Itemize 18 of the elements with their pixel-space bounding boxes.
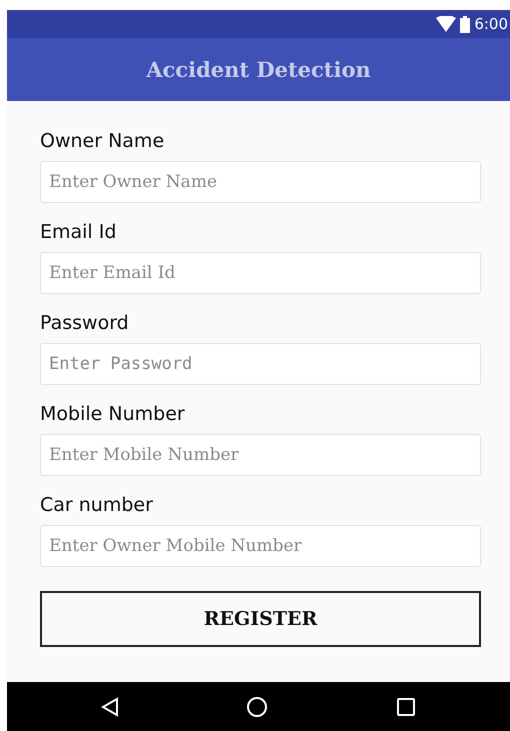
app-title: Accident Detection: [146, 57, 371, 82]
input-field[interactable]: Enter Email Id: [40, 252, 481, 294]
status-time: 6:00: [474, 15, 508, 33]
battery-icon: [460, 16, 470, 32]
field-label: Owner Name: [40, 129, 164, 153]
back-icon[interactable]: [100, 696, 119, 716]
input-field[interactable]: Enter Owner Name: [40, 161, 481, 203]
register-button[interactable]: REGISTER: [40, 591, 481, 647]
field-label: Car number: [40, 493, 153, 517]
input-field[interactable]: Enter Mobile Number: [40, 434, 481, 476]
input-field[interactable]: Enter Password: [40, 343, 481, 385]
field-label: Email Id: [40, 220, 116, 244]
field-label: Mobile Number: [40, 402, 185, 426]
home-icon[interactable]: [246, 696, 268, 718]
input-field[interactable]: Enter Owner Mobile Number: [40, 525, 481, 567]
recents-icon[interactable]: [396, 696, 416, 716]
field-label: Password: [40, 311, 129, 335]
wifi-icon: [436, 16, 456, 32]
